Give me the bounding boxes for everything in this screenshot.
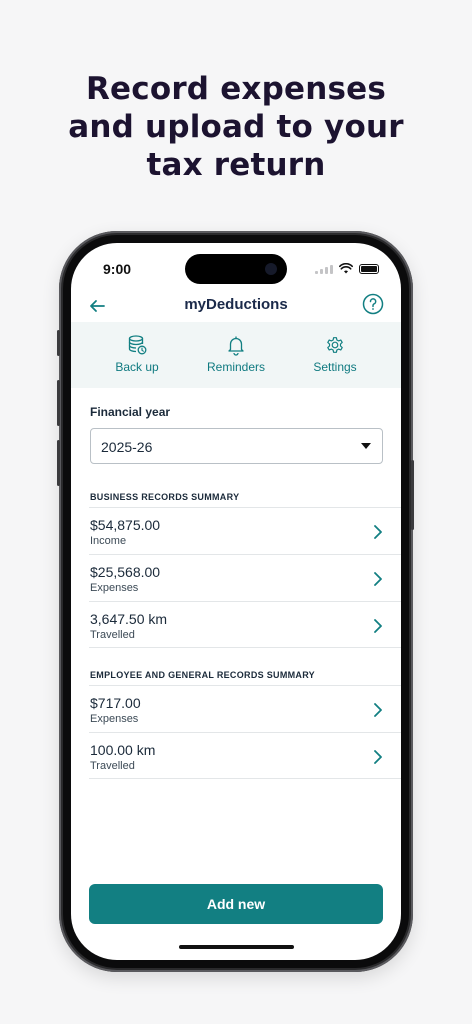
headline-line-3: tax return	[146, 147, 326, 183]
row-label: Expenses	[90, 582, 139, 594]
financial-year-value: 2025-26	[101, 439, 153, 455]
employee-summary-list: $717.00 Expenses 100.00 km Travelled	[89, 685, 401, 779]
settings-label: Settings	[313, 360, 357, 374]
status-icons	[315, 263, 379, 274]
battery-icon	[359, 263, 379, 274]
employee-summary-heading: EMPLOYEE AND GENERAL RECORDS SUMMARY	[90, 670, 315, 680]
reminders-label: Reminders	[206, 360, 266, 374]
row-value: $717.00	[90, 695, 141, 711]
dynamic-island	[185, 254, 287, 284]
chevron-right-icon	[374, 572, 382, 586]
home-indicator	[179, 945, 294, 949]
business-summary-heading: BUSINESS RECORDS SUMMARY	[90, 492, 240, 502]
employee-travelled-row[interactable]: 100.00 km Travelled	[89, 732, 401, 779]
signal-icon	[315, 264, 333, 274]
status-bar: 9:00	[71, 243, 401, 295]
wifi-icon	[339, 263, 353, 274]
business-expenses-row[interactable]: $25,568.00 Expenses	[89, 554, 401, 601]
help-circle-icon[interactable]	[361, 292, 385, 316]
row-label: Travelled	[90, 760, 135, 772]
caret-down-icon	[361, 443, 371, 449]
database-backup-icon	[128, 335, 147, 355]
chevron-right-icon	[374, 619, 382, 633]
phone-side-button	[57, 330, 60, 356]
add-new-button[interactable]: Add new	[89, 884, 383, 924]
row-label: Travelled	[90, 629, 135, 641]
nav-bar: myDeductions	[71, 289, 401, 323]
row-label: Expenses	[90, 713, 139, 725]
row-value: 100.00 km	[90, 742, 156, 758]
chevron-right-icon	[374, 750, 382, 764]
page-title: myDeductions	[184, 296, 288, 313]
row-value: $54,875.00	[90, 517, 161, 533]
toolbar: Back up Reminders Settings	[71, 322, 401, 388]
phone-screen: 9:00 myDeductions Back up Reminders Sett…	[71, 243, 401, 960]
camera-icon	[265, 263, 277, 275]
row-label: Income	[90, 535, 127, 547]
financial-year-label: Financial year	[90, 405, 171, 419]
financial-year-select[interactable]: 2025-26	[90, 428, 383, 464]
headline: Record expenses and upload to your tax r…	[0, 70, 472, 184]
phone-volume-down	[57, 440, 60, 486]
phone-volume-up	[57, 380, 60, 426]
business-travelled-row[interactable]: 3,647.50 km Travelled	[89, 601, 401, 648]
row-value: 3,647.50 km	[90, 611, 168, 627]
chevron-right-icon	[374, 525, 382, 539]
employee-expenses-row[interactable]: $717.00 Expenses	[89, 685, 401, 732]
chevron-right-icon	[374, 703, 382, 717]
back-up-label: Back up	[115, 360, 159, 374]
headline-line-1: Record expenses	[85, 71, 387, 107]
status-time: 9:00	[103, 261, 132, 277]
business-income-row[interactable]: $54,875.00 Income	[89, 507, 401, 554]
gear-icon	[327, 337, 343, 353]
bell-icon	[228, 336, 244, 356]
business-summary-list: $54,875.00 Income $25,568.00 Expenses 3,…	[89, 507, 401, 648]
headline-line-2: and upload to your	[68, 109, 404, 145]
back-up-button[interactable]: Back up	[92, 334, 182, 374]
settings-button[interactable]: Settings	[290, 334, 380, 374]
row-value: $25,568.00	[90, 564, 161, 580]
reminders-button[interactable]: Reminders	[191, 334, 281, 374]
phone-power-button	[411, 460, 414, 530]
